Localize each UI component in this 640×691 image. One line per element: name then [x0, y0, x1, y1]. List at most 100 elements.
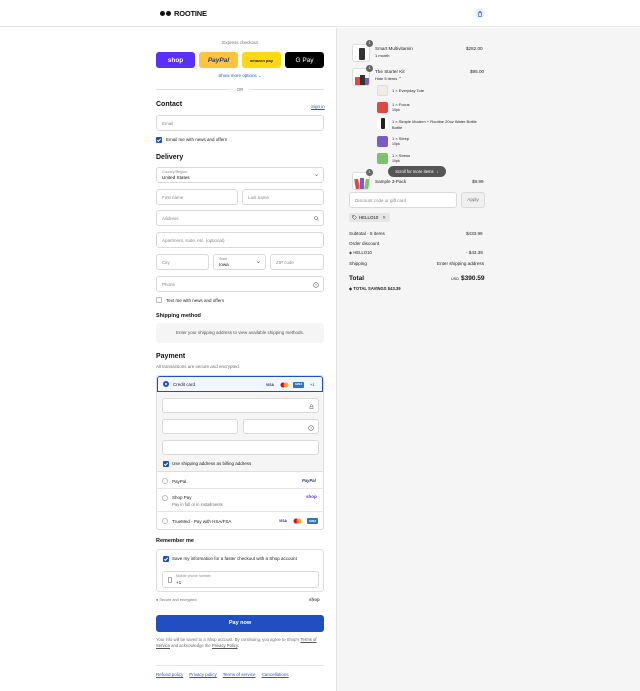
order-discount-code: ◈ HELLO10: [349, 250, 372, 255]
remember-me-heading: Remember me: [156, 538, 194, 544]
legal-and: and acknowledge the: [171, 643, 211, 648]
item-price: $9.99: [472, 179, 484, 184]
total-value: $390.59: [461, 275, 485, 282]
amex-label: AMEX: [308, 519, 317, 523]
email-news-checkbox[interactable]: [156, 137, 162, 143]
delivery-heading: Delivery: [156, 154, 184, 161]
quantity-badge: 1: [366, 65, 373, 72]
truemed-option[interactable]: TrueMed - Pay with HSA/FSA VISA AMEX: [157, 513, 323, 529]
brand-name: ROOTINE: [174, 9, 207, 18]
credit-card-radio[interactable]: [163, 381, 169, 387]
quantity-badge: 1: [366, 40, 373, 47]
show-more-options-link[interactable]: Show more options ⌄: [156, 73, 324, 79]
legal-end: .: [237, 643, 239, 648]
address-placeholder: Address: [162, 216, 179, 221]
logo-mark-icon: [160, 11, 171, 16]
order-discount-value: - $43.39: [466, 250, 483, 255]
shopping-bag-icon: [477, 10, 482, 17]
show-more-label: Show more options: [218, 73, 257, 78]
shop-pay-radio[interactable]: [162, 495, 168, 501]
chevron-up-icon: ⌃: [398, 76, 402, 81]
first-name-field[interactable]: First name: [156, 189, 238, 205]
chevron-down-icon: ⌄: [258, 73, 262, 78]
help-icon[interactable]: ?: [308, 424, 314, 431]
credit-card-form: ? Use shipping address as billing addres…: [157, 392, 323, 472]
svg-text:?: ?: [315, 283, 317, 287]
city-placeholder: City: [162, 260, 170, 265]
scroll-for-more-button[interactable]: Scroll for more items ↓: [388, 166, 446, 177]
payment-subtitle: All transactions are secure and encrypte…: [156, 364, 241, 369]
mastercard-icon: [279, 382, 289, 388]
more-cards-badge: +1: [310, 382, 315, 387]
credit-card-option[interactable]: Credit card VISA AMEX +1: [157, 376, 323, 392]
name-on-card-field[interactable]: [162, 440, 319, 455]
kit-item-name: 1 × Everyday Tote: [392, 88, 425, 93]
sign-in-link[interactable]: Sign in: [311, 104, 325, 109]
visa-icon: VISA: [265, 382, 275, 388]
subtotal-value: $433.99: [466, 231, 483, 236]
country-label: Country/Region: [162, 170, 187, 174]
terms-of-service-footer-link[interactable]: Terms of service: [223, 672, 256, 677]
paypal-express-button[interactable]: PayPal: [199, 52, 238, 68]
discount-tag: HELLO10 ✕: [349, 213, 390, 222]
contact-heading: Contact: [156, 101, 183, 108]
lock-icon: [309, 403, 314, 409]
email-field[interactable]: Email: [156, 115, 324, 131]
cancellations-link[interactable]: Cancellations: [262, 672, 289, 677]
footer-links: Refund policy Privacy policy Terms of se…: [156, 672, 289, 677]
or-divider: OR: [156, 86, 324, 92]
mobile-phone-icon: [168, 577, 172, 583]
help-icon[interactable]: ?: [313, 281, 319, 288]
discount-placeholder: Discount code or gift card: [355, 198, 407, 203]
amex-icon: AMEX: [293, 381, 304, 388]
pay-now-button[interactable]: Pay now: [156, 615, 324, 632]
country-select[interactable]: Country/Region United States ⌄: [156, 167, 324, 183]
email-placeholder: Email: [162, 121, 174, 126]
privacy-policy-footer-link[interactable]: Privacy policy: [189, 672, 217, 677]
address-field[interactable]: Address: [156, 210, 324, 226]
card-number-field[interactable]: [162, 398, 319, 413]
paypal-radio[interactable]: [162, 478, 168, 484]
truemed-radio[interactable]: [162, 518, 168, 524]
state-select[interactable]: State Iowa ⌄: [213, 254, 266, 270]
billing-same-checkbox[interactable]: [163, 461, 169, 467]
secure-encrypted-note: ● Secure and encrypted: [156, 598, 197, 602]
zip-field[interactable]: ZIP code: [270, 254, 324, 270]
kit-item-thumbnail: [377, 118, 388, 129]
mobile-phone-field[interactable]: Mobile phone number +1: [162, 571, 319, 588]
or-label: OR: [236, 86, 244, 92]
google-pay-express-button[interactable]: G Pay: [285, 52, 324, 68]
last-name-field[interactable]: Last name: [242, 189, 324, 205]
shop-pay-sublabel: Pay in full or in installments: [172, 502, 223, 507]
expiration-date-field[interactable]: [162, 419, 238, 434]
shipping-label: Shipping: [349, 261, 367, 266]
paypal-option[interactable]: PayPal PayPal: [157, 473, 323, 489]
kit-item-name: 1 × Stress: [392, 153, 411, 158]
hide-items-toggle[interactable]: Hide 5 items ⌃: [375, 76, 402, 81]
city-field[interactable]: City: [156, 254, 209, 270]
tag-icon: ◈: [349, 286, 353, 291]
shop-pay-express-button[interactable]: shop: [156, 52, 195, 68]
discount-code-field[interactable]: Discount code or gift card: [349, 192, 457, 208]
save-info-checkbox[interactable]: [163, 556, 169, 562]
mastercard-icon: [292, 518, 302, 524]
total-label: Total: [349, 275, 365, 282]
legal-text: Your info will be saved to a Shop accoun…: [156, 637, 324, 649]
remove-discount-icon[interactable]: ✕: [382, 215, 386, 221]
apply-discount-button[interactable]: Apply: [461, 192, 485, 208]
brand-logo[interactable]: ROOTINE: [160, 9, 207, 18]
apartment-placeholder: Apartment, suite, etc. (optional): [162, 238, 225, 243]
item-name: Smart Multivitamin: [375, 46, 413, 51]
amex-icon: AMEX: [307, 518, 318, 524]
cart-button[interactable]: [474, 8, 485, 19]
phone-field[interactable]: Phone ?: [156, 276, 324, 292]
hide-items-label: Hide 5 items: [375, 76, 398, 81]
shop-pay-option[interactable]: Shop Pay Pay in full or in installments …: [157, 490, 323, 512]
privacy-policy-link[interactable]: Privacy Policy: [212, 643, 238, 648]
total-savings: ◈ TOTAL SAVINGS $43.39: [349, 286, 401, 291]
amazon-pay-express-button[interactable]: amazon pay: [242, 52, 281, 68]
text-news-checkbox[interactable]: [156, 297, 162, 303]
security-code-field[interactable]: ?: [243, 419, 319, 434]
refund-policy-link[interactable]: Refund policy: [156, 672, 183, 677]
apartment-field[interactable]: Apartment, suite, etc. (optional): [156, 232, 324, 248]
